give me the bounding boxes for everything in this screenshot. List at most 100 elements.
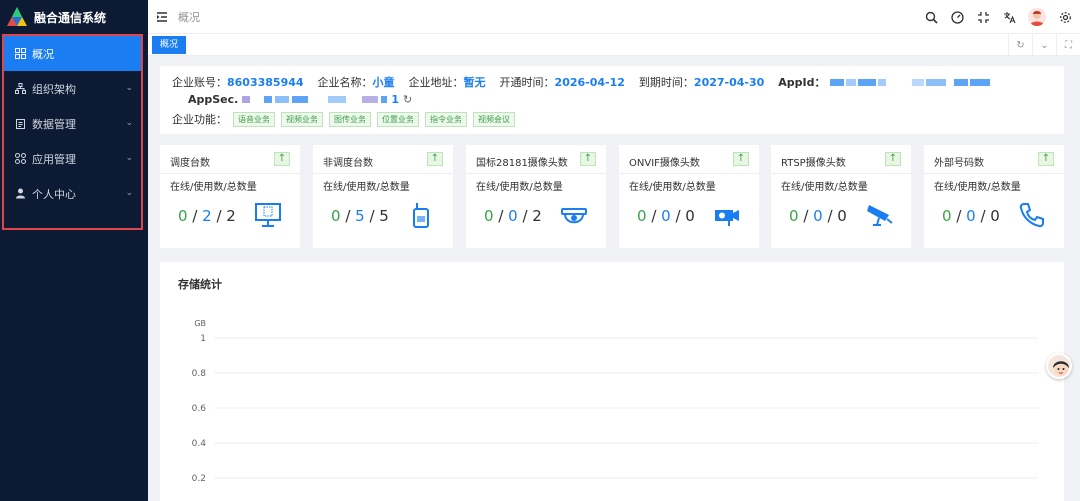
sidebar-item-label: 数据管理	[32, 117, 76, 131]
logo: 融合通信系统	[0, 0, 148, 34]
y-axis-unit: GB	[194, 319, 206, 328]
card-numbers: 0 / 0 / 0	[637, 207, 695, 225]
sidebar-item-data[interactable]: 数据管理 ⌄	[4, 106, 141, 141]
card-numbers: 0 / 5 / 5	[331, 207, 389, 225]
appsec-suffix: 1	[391, 92, 399, 106]
card-subtitle: 在线/使用数/总数量	[629, 182, 716, 193]
dome-camera-icon	[561, 208, 587, 224]
expire-time-label: 到期时间：	[638, 76, 694, 89]
walkie-talkie-icon	[413, 203, 429, 228]
open-time-value: 2026-04-12	[554, 76, 625, 89]
stat-card-onvif: ONVIF摄像头数 ↑ 在线/使用数/总数量 0 / 0 / 0	[619, 145, 759, 248]
sidebar: 融合通信系统 概况 组织架构 ⌄ 数据管理 ⌄ 应用管理 ⌄ 个人中心 ⌄	[0, 0, 148, 501]
chevron-down-icon: ⌄	[125, 83, 133, 93]
feature-tag: 指令业务	[425, 111, 467, 127]
card-title: RTSP摄像头数	[781, 158, 846, 169]
refresh-icon[interactable]: ↻	[403, 93, 412, 106]
address-label: 企业地址：	[408, 76, 464, 89]
features-label: 企业功能：	[172, 113, 227, 126]
refresh-icon[interactable]: ↻	[1008, 34, 1032, 56]
stat-card-rtsp: RTSP摄像头数 ↑ 在线/使用数/总数量 0 / 0 / 0	[771, 145, 911, 248]
card-subtitle: 在线/使用数/总数量	[476, 182, 563, 193]
account-value: 8603385944	[227, 76, 304, 89]
stat-card-dispatch: 调度台数 ↑ 在线/使用数/总数量 0 / 2 / 2	[160, 145, 300, 248]
sidebar-item-label: 个人中心	[32, 187, 76, 201]
y-tick-label: 0.8	[192, 369, 207, 379]
card-numbers: 0 / 0 / 0	[942, 207, 1000, 225]
chevron-down-icon: ⌄	[125, 153, 133, 163]
sidebar-item-overview[interactable]: 概况	[4, 36, 141, 71]
card-subtitle: 在线/使用数/总数量	[934, 182, 1021, 193]
y-tick-label: 0.4	[192, 439, 207, 449]
tab-overview[interactable]: 概况	[152, 36, 187, 54]
phone-icon	[1019, 203, 1044, 228]
card-title: 国标28181摄像头数	[476, 158, 568, 169]
name-value: 小童	[372, 76, 395, 89]
arrow-up-icon[interactable]: ↑	[274, 152, 290, 166]
arrow-up-icon[interactable]: ↑	[885, 152, 901, 166]
name-label: 企业名称：	[317, 76, 373, 89]
menu-fold-icon[interactable]	[156, 11, 168, 23]
y-tick-label: 1	[200, 334, 206, 344]
card-subtitle: 在线/使用数/总数量	[170, 182, 257, 193]
clipboard-icon	[14, 118, 26, 130]
appsec-redacted	[242, 95, 388, 103]
logo-icon	[7, 7, 27, 26]
chevron-down-icon: ⌄	[125, 188, 133, 198]
cctv-icon	[867, 205, 893, 226]
card-numbers: 0 / 2 / 2	[178, 207, 236, 225]
stat-card-non-dispatch: 非调度台数 ↑ 在线/使用数/总数量 0 / 5 / 5	[313, 145, 453, 248]
card-subtitle: 在线/使用数/总数量	[781, 182, 868, 193]
bullet-camera-icon	[715, 210, 739, 226]
search-icon[interactable]	[924, 10, 938, 24]
monitor-icon	[255, 203, 281, 227]
card-subtitle: 在线/使用数/总数量	[323, 182, 410, 193]
feature-tag: 位置业务	[377, 111, 419, 127]
arrow-up-icon[interactable]: ↑	[1038, 152, 1054, 166]
y-tick-label: 0.2	[192, 474, 206, 484]
topbar-actions	[924, 8, 1072, 26]
y-tick-label: 0.6	[192, 404, 207, 414]
apps-icon	[14, 153, 26, 165]
appid-redacted	[829, 78, 990, 86]
card-title: 调度台数	[170, 158, 210, 169]
org-icon	[14, 83, 26, 95]
stat-card-gb28181: 国标28181摄像头数 ↑ 在线/使用数/总数量 0 / 0 / 2	[466, 145, 606, 248]
topbar: 概况	[148, 0, 1080, 34]
feature-tag: 视频业务	[281, 111, 323, 127]
arrow-up-icon[interactable]: ↑	[733, 152, 749, 166]
assistant-avatar[interactable]	[1046, 353, 1072, 379]
sidebar-item-label: 应用管理	[32, 152, 76, 166]
translate-icon[interactable]	[1002, 10, 1016, 24]
expire-time-value: 2027-04-30	[693, 76, 765, 89]
chevron-down-icon: ⌄	[125, 118, 133, 128]
arrow-up-icon[interactable]: ↑	[580, 152, 596, 166]
avatar[interactable]	[1028, 8, 1046, 26]
card-title: 外部号码数	[934, 158, 984, 169]
fullscreen-icon[interactable]	[976, 10, 990, 24]
stat-card-external: 外部号码数 ↑ 在线/使用数/总数量 0 / 0 / 0	[924, 145, 1064, 248]
card-numbers: 0 / 0 / 2	[484, 207, 542, 225]
feature-tag: 语音业务	[233, 111, 275, 127]
open-time-label: 开通时间：	[499, 76, 555, 89]
arrow-up-icon[interactable]: ↑	[427, 152, 443, 166]
dashboard-icon[interactable]	[950, 10, 964, 24]
sidebar-item-profile[interactable]: 个人中心 ⌄	[4, 176, 141, 211]
sidebar-item-label: 组织架构	[32, 82, 76, 96]
sidebar-item-org[interactable]: 组织架构 ⌄	[4, 71, 141, 106]
sidebar-item-label: 概况	[32, 47, 54, 61]
maximize-icon[interactable]: ⛶	[1056, 34, 1080, 56]
grid-icon	[14, 48, 26, 60]
settings-icon[interactable]	[1058, 10, 1072, 24]
storage-panel: 存储统计 GB 1 0.8 0.6 0.4 0.2	[160, 262, 1064, 501]
card-title: ONVIF摄像头数	[629, 158, 700, 169]
chevron-down-icon[interactable]: ⌄	[1032, 34, 1056, 56]
appid-label: AppId：	[778, 76, 826, 89]
app-title: 融合通信系统	[34, 10, 107, 25]
account-label: 企业账号：	[172, 76, 227, 89]
feature-tag: 视频会议	[473, 111, 515, 127]
sidebar-item-apps[interactable]: 应用管理 ⌄	[4, 141, 141, 176]
tabs-bar: 概况 ↻ ⌄ ⛶	[148, 34, 1080, 56]
user-icon	[14, 188, 26, 200]
sidebar-menu-highlight: 概况 组织架构 ⌄ 数据管理 ⌄ 应用管理 ⌄ 个人中心 ⌄	[2, 34, 143, 230]
